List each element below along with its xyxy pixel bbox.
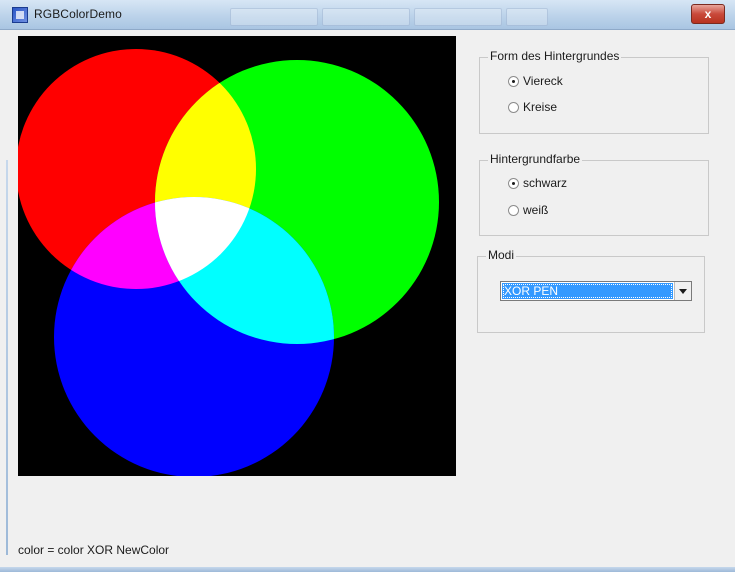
window-title: RGBColorDemo [34,7,122,21]
modes-groupbox: Modi XOR PEN [477,248,705,333]
radio-unchecked-icon[interactable] [508,204,519,216]
radio-unchecked-icon[interactable] [508,101,519,113]
dropdown-arrow-icon[interactable] [674,282,691,300]
window-left-border [6,160,8,555]
radio-checked-icon[interactable] [508,75,519,87]
ghost-tab [506,8,548,26]
radio-schwarz[interactable]: schwarz [508,176,567,190]
app-window: RGBColorDemo x Form des Hintergrundes Vi… [0,0,735,572]
title-bar[interactable]: RGBColorDemo x [0,0,735,30]
radio-label: weiß [523,203,549,217]
background-taskbar-ghost [230,8,548,26]
mode-dropdown-value: XOR PEN [502,283,673,299]
app-icon [12,7,28,23]
window-bottom-border [0,567,735,572]
mode-dropdown[interactable]: XOR PEN [500,281,692,301]
background-color-group-label: Hintergrundfarbe [488,152,583,166]
radio-weiss[interactable]: weiß [508,203,548,217]
radio-label: Kreise [523,100,558,114]
radio-kreise[interactable]: Kreise [508,100,557,114]
radio-label: Viereck [523,74,563,88]
ghost-tab [414,8,502,26]
radio-label: schwarz [523,176,568,190]
rgb-circles-drawing [18,36,456,476]
modes-group-label: Modi [486,248,517,262]
ghost-tab [230,8,318,26]
shape-group-label: Form des Hintergrundes [488,49,622,63]
ghost-tab [322,8,410,26]
radio-viereck[interactable]: Viereck [508,74,563,88]
shape-groupbox: Form des Hintergrundes Viereck Kreise [479,49,709,134]
close-icon: x [704,7,712,21]
status-text: color = color XOR NewColor [18,543,170,557]
radio-checked-icon[interactable] [508,177,519,189]
background-color-groupbox: Hintergrundfarbe schwarz weiß [479,152,709,236]
drawing-canvas [18,36,456,476]
close-button[interactable]: x [691,4,725,24]
